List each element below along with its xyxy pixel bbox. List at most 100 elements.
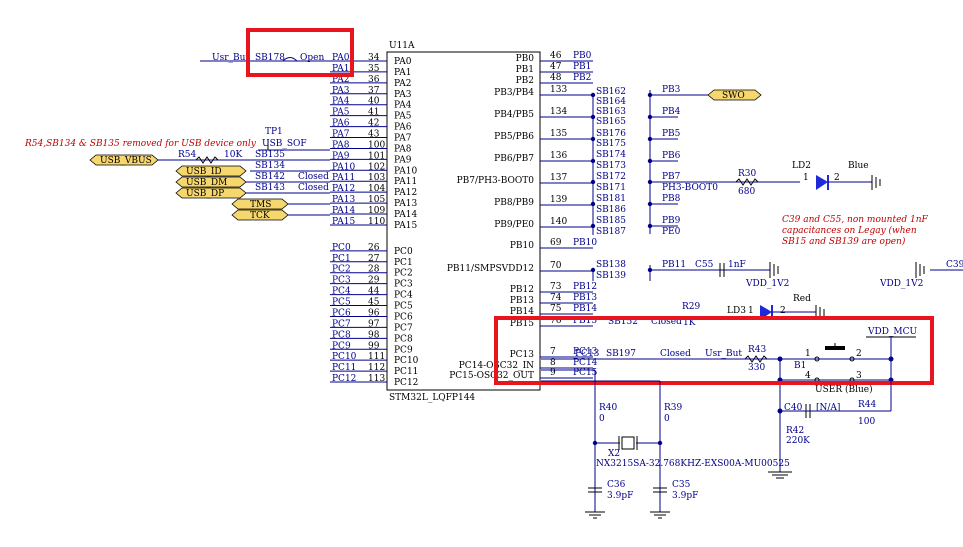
right-pin-name: PB0: [516, 54, 535, 64]
sb181-label: SB181: [596, 194, 626, 204]
sb178-label: SB178: [255, 53, 285, 63]
c36-value: 3.9pF: [607, 491, 633, 501]
pb-solder-bridges: SB162 SB164 SB163 SB165 SB176 SB175 SB17…: [590, 85, 800, 281]
left-pin-net: PA12: [332, 184, 355, 194]
right-pin-name: PB2: [516, 76, 534, 86]
right-pin-name: PB12: [510, 285, 534, 295]
right-pin-number: 74: [550, 293, 562, 303]
left-pin-number: 110: [368, 217, 385, 227]
left-pin-net: PC6: [332, 308, 351, 318]
right-pin-net: PB13: [573, 293, 597, 303]
user-button-label: USER (Blue): [815, 384, 873, 395]
ld2-pin1: 1: [803, 173, 809, 183]
left-pin-net: PC4: [332, 287, 351, 297]
sb143-label: SB143: [255, 183, 285, 193]
right-pin-name: PC13: [510, 350, 535, 360]
right-pin-name: PB10: [510, 241, 534, 251]
left-pin-number: 103: [368, 173, 385, 183]
b1-label: B1: [794, 361, 806, 371]
ld2-label: LD2: [792, 161, 811, 171]
left-pin-net: PC12: [332, 374, 356, 384]
net-pe0: PE0: [662, 227, 681, 237]
left-pin-net: PA4: [332, 97, 350, 107]
c39-label: C39: [946, 260, 963, 270]
left-pin-name: PA14: [394, 210, 417, 220]
right-pin-number: 69: [550, 238, 562, 248]
usb-dp-port: USB_DP: [186, 189, 224, 199]
sb185-label: SB185: [596, 216, 626, 226]
right-pin-name: PB1: [516, 65, 534, 75]
left-pin-number: 105: [368, 195, 385, 205]
left-pin-number: 34: [368, 53, 380, 63]
usr-but-sb178: Usr_But SB178 Open: [200, 28, 354, 77]
cap-note-line3: SB15 and SB139 are open): [782, 236, 906, 247]
left-pin-name: PA7: [394, 134, 412, 144]
left-pin-name: PA8: [394, 144, 412, 154]
sb139-label: SB139: [596, 271, 626, 281]
r30-label: R30: [738, 169, 757, 179]
left-pin-number: 43: [368, 130, 380, 140]
sb142-label: SB142: [255, 172, 285, 182]
left-pin-name: PC6: [394, 312, 413, 322]
right-pin-name: PB5/PB6: [494, 132, 534, 142]
cap-note: C39 and C55, non mounted 1nF capacitance…: [782, 215, 929, 247]
sb173-label: SB173: [596, 161, 626, 171]
left-pin-name: PA5: [394, 112, 412, 122]
sb135-label: SB135: [255, 150, 285, 160]
left-pin-name: PC11: [394, 367, 418, 377]
ld3-red-led-circuit: R29 1K SB152 Closed LD3 1 2 Red: [608, 294, 825, 328]
left-pin-name: PC4: [394, 291, 413, 301]
c55-label: C55: [695, 260, 714, 270]
r42-label: R42: [786, 426, 804, 436]
left-pin-net: PC3: [332, 276, 351, 286]
right-pin-name: PB4/PB5: [494, 110, 534, 120]
left-pin-name: PC9: [394, 345, 413, 355]
right-pin-net: PB12: [573, 282, 597, 292]
c55-vdd-1v2: C55 1nF VDD_1V2 VDD_1V2 C39: [695, 260, 963, 289]
left-pin-number: 41: [368, 108, 379, 118]
sb176-label: SB176: [596, 129, 626, 139]
left-pin-number: 112: [368, 363, 385, 373]
right-pin-net: PB1: [573, 62, 591, 72]
left-pin-net: PC0: [332, 243, 351, 253]
net-pc13: PC13: [575, 349, 600, 359]
usb-jtag-section: R54,SB134 & SB135 removed for USB device…: [24, 127, 330, 221]
left-pin-net: PC2: [332, 265, 351, 275]
left-pin-net: PA1: [332, 64, 349, 74]
left-pin-net: PC10: [332, 352, 357, 362]
left-pin-number: 36: [368, 75, 380, 85]
vdd-1v2-right: VDD_1V2: [879, 279, 923, 289]
left-pin-name: PA6: [394, 123, 412, 133]
left-pin-number: 35: [368, 64, 380, 74]
right-pin-number: 139: [550, 195, 567, 205]
right-pin-name: PB6/PB7: [494, 154, 534, 164]
left-pin-name: PA3: [394, 90, 412, 100]
ld3-pin1: 1: [748, 306, 754, 316]
left-pin-name: PA12: [394, 188, 417, 198]
left-pin-number: 40: [368, 97, 380, 107]
left-pin-name: PA1: [394, 68, 411, 78]
right-pin-name: PB9/PE0: [494, 220, 534, 230]
right-pin-number: 46: [550, 51, 562, 61]
sb162-label: SB162: [596, 87, 626, 97]
sb197-label: SB197: [606, 349, 636, 359]
right-pin-number: 134: [550, 107, 567, 117]
c55-value: 1nF: [728, 260, 746, 270]
left-pin-net: PA3: [332, 86, 350, 96]
sb197-state: Closed: [660, 349, 691, 359]
left-pin-name: PA11: [394, 177, 417, 187]
r39-value: 0: [664, 414, 670, 424]
left-pin-name: PC2: [394, 269, 413, 279]
left-pin-name: PA0: [394, 57, 412, 67]
left-pin-number: 102: [368, 162, 385, 172]
r43-label: R43: [748, 345, 767, 355]
sb138-label: SB138: [596, 260, 626, 270]
left-pin-name: PC7: [394, 323, 413, 333]
left-pin-name: PC3: [394, 280, 413, 290]
net-pb9: PB9: [662, 216, 681, 226]
right-pin-name: PB13: [510, 296, 534, 306]
left-pin-net: PA7: [332, 130, 350, 140]
r30-value: 680: [738, 187, 755, 197]
ld2-color: Blue: [848, 161, 869, 171]
usb-sof-label: USB_SOF: [262, 139, 307, 149]
